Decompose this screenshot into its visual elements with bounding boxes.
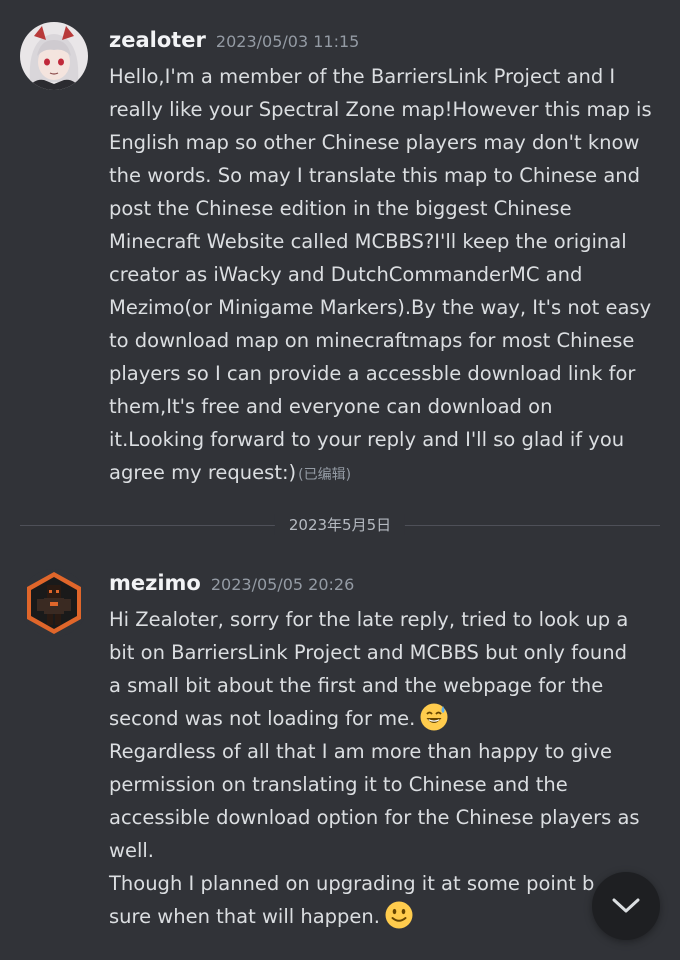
message-line: accessible download option for the Chine…	[109, 806, 640, 829]
slight-smile-emoji-icon	[385, 901, 413, 929]
message-line: Regardless of all that I am more than ha…	[109, 740, 612, 763]
message-line-text: agree my request:)	[109, 461, 297, 484]
message-line-text: second was not loading for me.	[109, 707, 416, 730]
message-line-with-emoji: second was not loading for me.	[109, 702, 669, 735]
scroll-to-bottom-button[interactable]	[592, 872, 660, 940]
message-line: it.Looking forward to your reply and I'l…	[109, 428, 625, 451]
message-line: permission on translating it to Chinese …	[109, 773, 568, 796]
message-line: to download map on minecraftmaps for mos…	[109, 329, 635, 352]
message-line: well.	[109, 839, 154, 862]
sweat-smile-emoji-icon	[420, 703, 448, 731]
message-line: players so I can provide a accessble dow…	[109, 362, 636, 385]
message-line: creator as iWacky and DutchCommanderMC a…	[109, 263, 583, 286]
message-line: a small bit about the first and the webp…	[109, 674, 604, 697]
message-line: Mezimo(or Minigame Markers).By the way, …	[109, 296, 652, 319]
avatar[interactable]	[20, 569, 88, 637]
message-header: zealoter 2023/05/03 11:15	[109, 28, 359, 52]
message-header: mezimo 2023/05/05 20:26	[109, 571, 354, 595]
message-timestamp: 2023/05/05 20:26	[210, 575, 355, 594]
message-timestamp: 2023/05/03 11:15	[215, 32, 360, 51]
author-name[interactable]: mezimo	[109, 571, 201, 595]
message-content: Hi Zealoter, sorry for the late reply, t…	[109, 603, 669, 933]
anime-avatar-icon	[20, 22, 88, 90]
avatar[interactable]	[20, 22, 88, 90]
author-name[interactable]: zealoter	[109, 28, 206, 52]
message-line: Though I planned on upgrading it at some…	[109, 872, 595, 895]
date-divider-label: 2023年5月5日	[274, 514, 406, 535]
message-line: Minecraft Website called MCBBS?I'll keep…	[109, 230, 627, 253]
message-line-text: sure when that will happen.	[109, 905, 380, 928]
message-line: them,It's free and everyone can download…	[109, 395, 553, 418]
message-line: Hello,I'm a member of the BarriersLink P…	[109, 65, 616, 88]
chevron-down-icon	[612, 898, 640, 913]
message-line-last: agree my request:) (已编辑)	[109, 456, 669, 492]
message-line: bit on BarriersLink Project and MCBBS bu…	[109, 641, 628, 664]
message-line-with-emoji: sure when that will happen.	[109, 900, 669, 933]
message-line: English map so other Chinese players may…	[109, 131, 640, 154]
message-line: really like your Spectral Zone map!Howev…	[109, 98, 652, 121]
message-content: Hello,I'm a member of the BarriersLink P…	[109, 60, 669, 492]
message-line: the words. So may I translate this map t…	[109, 164, 641, 187]
edited-label: (已编辑)	[298, 467, 352, 483]
date-divider: 2023年5月5日	[20, 514, 660, 536]
message-line: post the Chinese edition in the biggest …	[109, 197, 572, 220]
hexagon-character-avatar-icon	[20, 569, 88, 637]
message-line: Hi Zealoter, sorry for the late reply, t…	[109, 608, 629, 631]
